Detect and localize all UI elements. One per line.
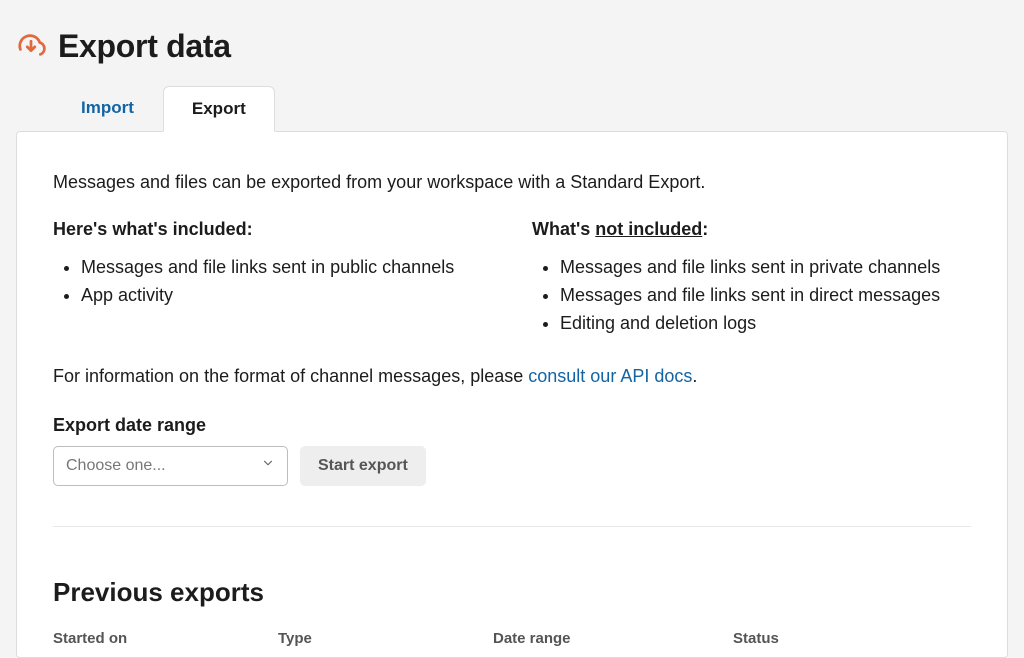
previous-exports-heading: Previous exports (53, 577, 971, 608)
api-docs-link[interactable]: consult our API docs (528, 366, 692, 386)
select-placeholder: Choose one... (66, 457, 166, 475)
chevron-down-icon (261, 456, 275, 475)
included-column: Here's what's included: Messages and fil… (53, 219, 492, 338)
exports-table-header: Started on Type Date range Status (53, 630, 971, 647)
intro-text: Messages and files can be exported from … (53, 172, 971, 193)
list-item: Editing and deletion logs (560, 310, 971, 338)
list-item: Messages and file links sent in public c… (81, 254, 492, 282)
tab-bar: Import Export (16, 85, 1008, 131)
export-panel: Messages and files can be exported from … (16, 131, 1008, 658)
start-export-button[interactable]: Start export (300, 446, 426, 486)
tab-import[interactable]: Import (52, 85, 163, 131)
list-item: Messages and file links sent in direct m… (560, 282, 971, 310)
column-header-type: Type (278, 630, 493, 647)
list-item: App activity (81, 282, 492, 310)
not-included-column: What's not included: Messages and file l… (532, 219, 971, 338)
not-included-heading: What's not included: (532, 219, 971, 240)
column-header-started-on: Started on (53, 630, 278, 647)
page-title: Export data (58, 28, 231, 65)
date-range-select[interactable]: Choose one... (53, 446, 288, 486)
column-header-status: Status (733, 630, 971, 647)
date-range-label: Export date range (53, 415, 971, 436)
tab-export[interactable]: Export (163, 86, 275, 132)
list-item: Messages and file links sent in private … (560, 254, 971, 282)
more-info-text: For information on the format of channel… (53, 366, 971, 387)
page-header: Export data (16, 28, 1008, 65)
download-cloud-icon (16, 30, 46, 64)
column-header-date-range: Date range (493, 630, 733, 647)
included-heading: Here's what's included: (53, 219, 492, 240)
section-divider (53, 526, 971, 527)
